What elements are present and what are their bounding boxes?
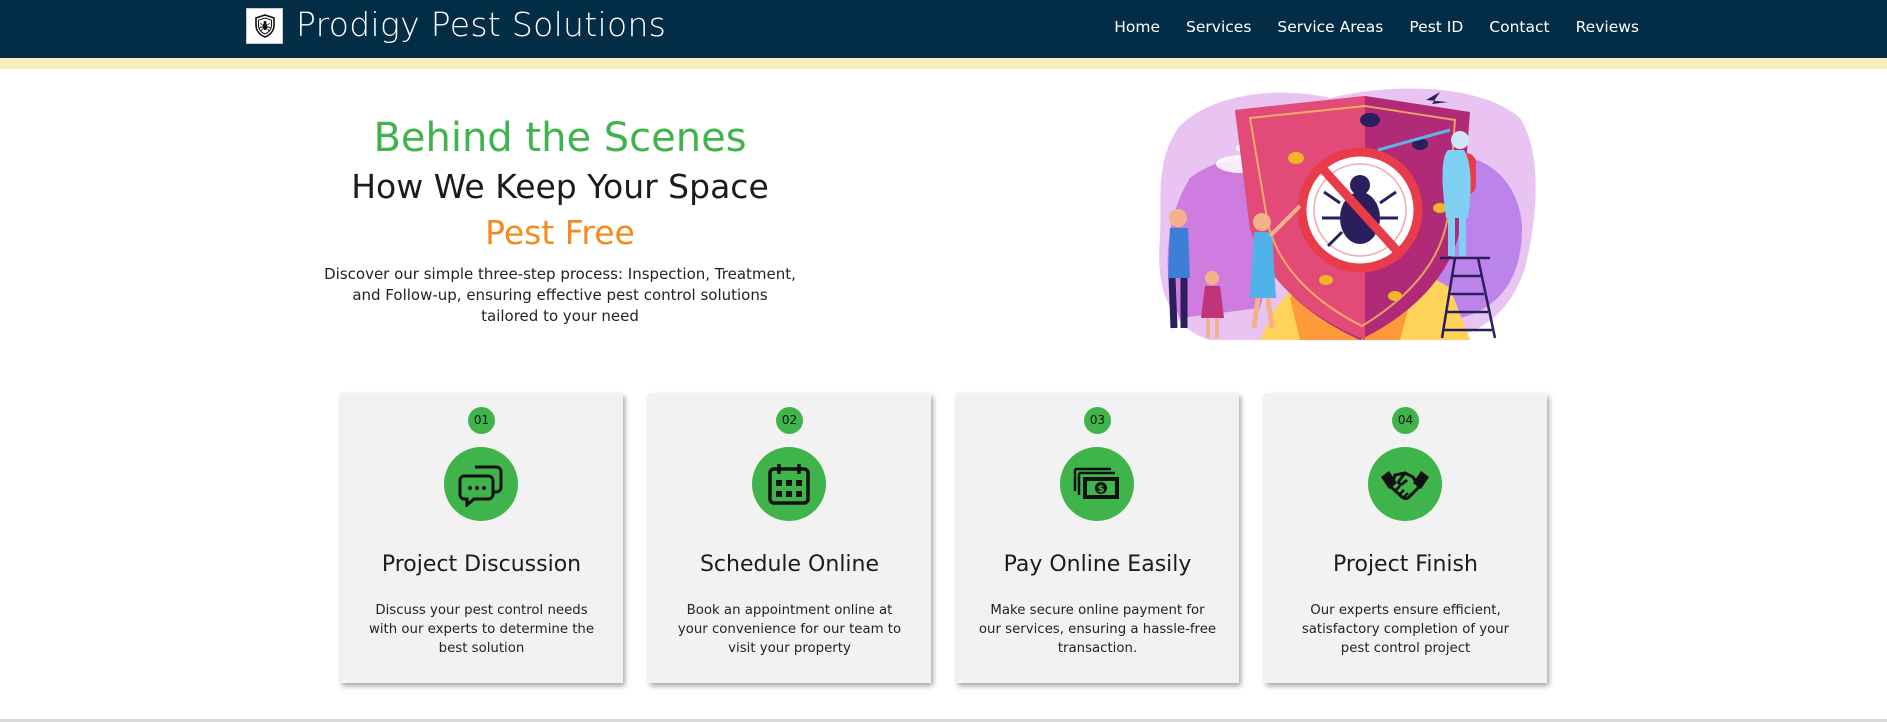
hero-title-green: Behind the Scenes	[373, 115, 747, 161]
hero-section: Behind the Scenes How We Keep Your Space…	[310, 112, 810, 327]
step-title: Pay Online Easily	[1003, 552, 1192, 577]
step-card-pay-online: 03 $ Pay Online Easily Make secure onlin…	[956, 393, 1239, 683]
chat-bubbles-icon	[458, 465, 503, 507]
shield-bug-icon	[254, 14, 275, 38]
step-number-badge: 03	[1084, 407, 1111, 434]
step-title: Schedule Online	[699, 552, 880, 577]
money-icon: $	[1073, 467, 1119, 499]
step-description: Discuss your pest control needs with our…	[368, 603, 595, 656]
hero-title-dark: How We Keep Your Space	[351, 167, 769, 206]
step-card-project-discussion: 01 Project Discussion Discuss your pest …	[340, 393, 623, 683]
nav-reviews[interactable]: Reviews	[1576, 18, 1639, 36]
process-steps: 01 Project Discussion Discuss your pest …	[340, 393, 1547, 683]
step-icon-circle	[752, 447, 826, 521]
nav-contact[interactable]: Contact	[1489, 18, 1549, 36]
top-navbar: Prodigy Pest Solutions Home Services Ser…	[0, 0, 1887, 58]
step-description: Book an appointment online at your conve…	[677, 603, 902, 656]
logo[interactable]	[246, 8, 283, 44]
svg-text:$: $	[1098, 484, 1105, 495]
main-menu: Home Services Service Areas Pest ID Cont…	[1114, 18, 1639, 36]
step-card-project-finish: 04 Project Finish Our experts ensure eff…	[1264, 393, 1547, 683]
hero-description: Discover our simple three-step process: …	[324, 265, 796, 325]
nav-home[interactable]: Home	[1114, 18, 1160, 36]
nav-services[interactable]: Services	[1186, 18, 1251, 36]
hero-illustration	[1159, 88, 1536, 340]
nav-accent-stripe	[0, 58, 1887, 69]
handshake-icon	[1381, 471, 1429, 500]
step-title: Project Discussion	[381, 552, 582, 577]
step-icon-circle: $	[1060, 447, 1134, 521]
step-icon-circle	[1368, 447, 1442, 521]
step-icon-circle	[444, 447, 518, 521]
step-number-badge: 04	[1392, 407, 1419, 434]
step-number-badge: 02	[776, 407, 803, 434]
step-card-schedule-online: 02 Schedule Online Book an appointment o…	[648, 393, 931, 683]
nav-pest-id[interactable]: Pest ID	[1409, 18, 1463, 36]
hero-title-orange: Pest Free	[485, 213, 635, 252]
step-description: Make secure online payment for our servi…	[978, 603, 1217, 656]
step-number-badge: 01	[468, 407, 495, 434]
step-description: Our experts ensure efficient, satisfacto…	[1301, 603, 1510, 656]
nav-service-areas[interactable]: Service Areas	[1277, 18, 1383, 36]
calendar-icon	[768, 464, 810, 505]
step-title: Project Finish	[1333, 552, 1478, 577]
brand-name[interactable]: Prodigy Pest Solutions	[296, 5, 666, 44]
